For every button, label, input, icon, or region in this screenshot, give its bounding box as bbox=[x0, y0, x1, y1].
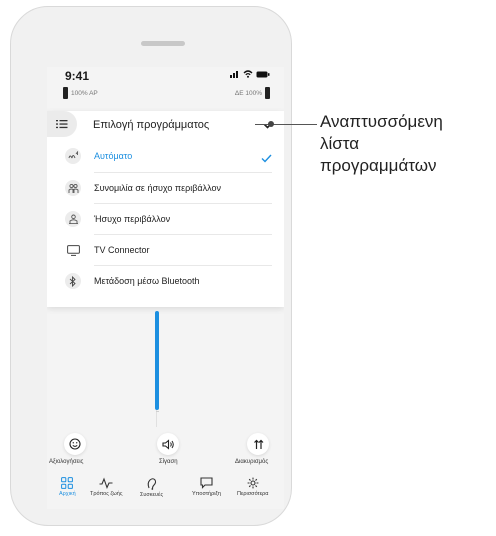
left-device-battery: 100% AP bbox=[63, 87, 98, 99]
program-dropdown-title: Επιλογή προγράμματος bbox=[93, 119, 210, 131]
adjust-arrows-icon bbox=[253, 439, 263, 449]
program-item-quiet-environment[interactable]: Ήσυχο περιβάλλον bbox=[47, 208, 284, 232]
right-battery-label: ΔΕ 100% bbox=[234, 89, 262, 97]
left-battery-label: 100% AP bbox=[71, 89, 98, 97]
nav-label-more: Περισσότερα bbox=[237, 491, 269, 497]
volume-slider-fill[interactable] bbox=[155, 311, 159, 410]
callout-line-1: Αναπτυσσόμενη bbox=[320, 112, 443, 131]
program-dropdown-header[interactable]: Επιλογή προγράμματος bbox=[47, 111, 284, 141]
adjust-button[interactable] bbox=[247, 433, 269, 455]
divider bbox=[94, 172, 272, 173]
program-item-label: Αυτόματο bbox=[94, 151, 133, 161]
battery-icon bbox=[256, 71, 270, 77]
phone-frame: 9:41 100% AP ΔΕ 100% Επιλογή προγράμματο… bbox=[10, 6, 292, 526]
wifi-icon bbox=[243, 70, 253, 78]
speaker-icon bbox=[161, 438, 174, 450]
phone-speaker bbox=[141, 41, 185, 46]
program-item-label: Συνομιλία σε ήσυχο περιβάλλον bbox=[94, 183, 222, 193]
mute-label: Σίγαση bbox=[159, 459, 178, 465]
clock: 9:41 bbox=[65, 69, 90, 83]
nav-item-more[interactable]: Περισσότερα bbox=[237, 477, 268, 497]
status-bar: 9:41 100% AP ΔΕ 100% bbox=[47, 67, 284, 109]
program-item-quiet-conversation[interactable]: Συνομιλία σε ήσυχο περιβάλλον bbox=[47, 177, 284, 201]
divider bbox=[94, 265, 272, 266]
chat-bubble-icon bbox=[200, 477, 213, 489]
smiley-icon bbox=[69, 438, 81, 450]
nav-label-support: Υποστήριξη bbox=[192, 491, 221, 497]
program-item-bluetooth[interactable]: Μετάδοση μέσω Bluetooth bbox=[47, 270, 284, 294]
nav-item-home[interactable]: Αρχική bbox=[59, 477, 76, 497]
people-conversation-icon bbox=[65, 180, 81, 196]
nav-item-support[interactable]: Υποστήριξη bbox=[192, 477, 221, 497]
callout-line-2: λίστα bbox=[320, 134, 360, 153]
home-grid-icon bbox=[61, 477, 74, 489]
right-battery-icon bbox=[265, 87, 270, 99]
rate-label: Αξιολογήσεις bbox=[49, 459, 84, 465]
program-item-automatic[interactable]: Αυτόματο bbox=[47, 145, 284, 169]
person-quiet-icon bbox=[65, 211, 81, 227]
callout-line-3: προγραμμάτων bbox=[320, 156, 437, 175]
nav-item-lifestyle[interactable]: Τρόπος ζωής bbox=[90, 477, 122, 497]
program-item-tv-connector[interactable]: TV Connector bbox=[47, 239, 284, 263]
program-item-label: Μετάδοση μέσω Bluetooth bbox=[94, 276, 200, 286]
divider bbox=[94, 203, 272, 204]
app-screen: 9:41 100% AP ΔΕ 100% Επιλογή προγράμματο… bbox=[47, 67, 284, 509]
system-icons bbox=[230, 70, 270, 78]
program-item-label: TV Connector bbox=[94, 245, 150, 255]
callout-label: Αναπτυσσόμενη λίστα προγραμμάτων bbox=[320, 111, 443, 177]
menu-button[interactable] bbox=[47, 111, 77, 137]
divider bbox=[94, 234, 272, 235]
nav-item-devices[interactable]: Συσκευές bbox=[140, 477, 163, 498]
program-item-label: Ήσυχο περιβάλλον bbox=[94, 214, 171, 224]
left-battery-icon bbox=[63, 87, 68, 99]
nav-label-lifestyle: Τρόπος ζωής bbox=[90, 491, 123, 497]
right-device-battery: ΔΕ 100% bbox=[235, 87, 270, 99]
list-icon bbox=[56, 120, 68, 129]
checkmark-icon bbox=[261, 150, 272, 168]
nav-label-home: Αρχική bbox=[59, 491, 76, 497]
mute-button[interactable] bbox=[157, 433, 179, 455]
callout-line bbox=[255, 124, 317, 125]
bottom-navigation: Αρχική Τρόπος ζωής Συσκευές Υποστήριξη Π… bbox=[47, 471, 284, 509]
slider-tick bbox=[156, 411, 159, 412]
program-dropdown: Επιλογή προγράμματος Αυτόματο Συνομιλία … bbox=[47, 111, 284, 307]
signal-icon bbox=[230, 71, 238, 78]
gear-icon bbox=[247, 477, 259, 489]
adjust-label: Διακυρισμός bbox=[235, 459, 269, 465]
activity-icon bbox=[99, 477, 113, 489]
nav-label-devices: Συσκευές bbox=[140, 492, 164, 498]
rate-button[interactable] bbox=[64, 433, 86, 455]
callout-dot bbox=[268, 121, 274, 127]
auto-hearing-icon bbox=[65, 148, 81, 164]
bluetooth-icon bbox=[65, 273, 81, 289]
hearing-aid-icon bbox=[147, 478, 156, 490]
tv-icon bbox=[65, 242, 81, 258]
